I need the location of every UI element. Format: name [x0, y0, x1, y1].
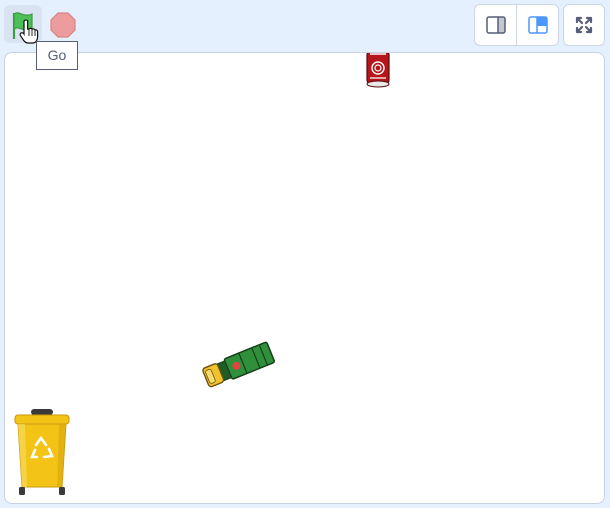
stage-size-toggle	[474, 4, 559, 46]
red-can-sprite[interactable]	[363, 52, 393, 89]
go-tooltip: Go	[36, 41, 78, 70]
green-flag-button[interactable]	[4, 5, 42, 44]
stage-toolbar: Go	[0, 0, 610, 70]
normal-stage-button[interactable]	[516, 5, 558, 45]
recycle-bin-sprite[interactable]	[11, 407, 73, 497]
stop-sign-icon	[50, 12, 76, 38]
small-stage-button[interactable]	[475, 5, 516, 45]
stop-button[interactable]	[45, 5, 81, 43]
normal-stage-icon	[527, 16, 548, 34]
stage-canvas[interactable]	[4, 52, 605, 504]
fullscreen-button[interactable]	[563, 4, 605, 46]
garbage-truck-sprite[interactable]	[201, 341, 283, 397]
small-stage-icon	[485, 16, 506, 34]
fullscreen-icon	[575, 16, 593, 34]
